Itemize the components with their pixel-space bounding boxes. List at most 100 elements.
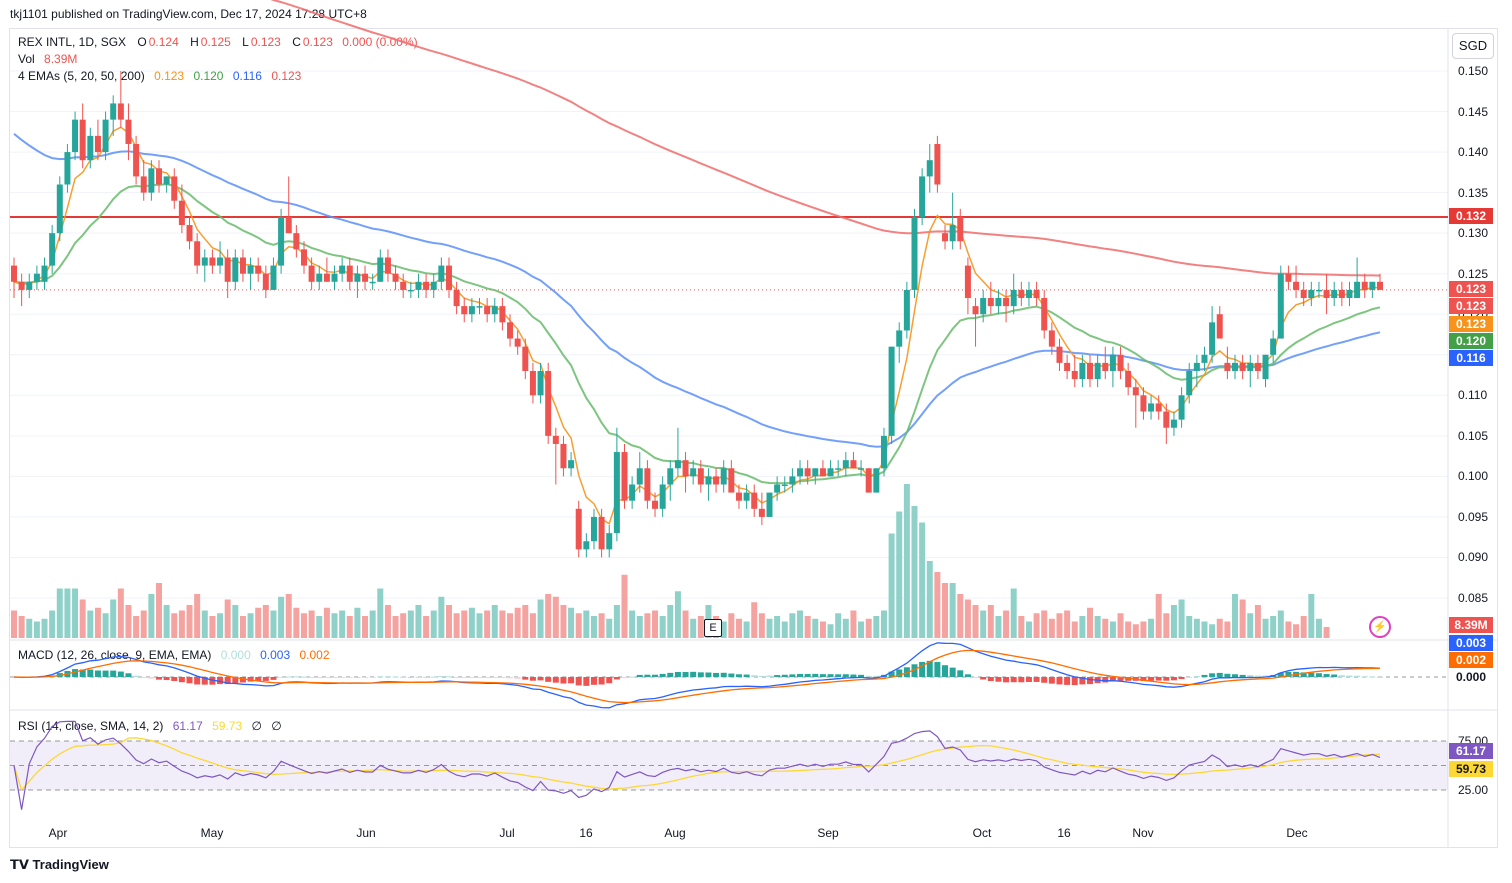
macd-histogram-bar: [690, 671, 697, 677]
volume-bar: [1109, 621, 1116, 638]
volume-bar: [339, 610, 346, 638]
candle-body: [354, 273, 361, 282]
volume-bar: [537, 599, 544, 638]
lightning-icon[interactable]: ⚡: [1369, 616, 1391, 638]
macd-histogram-bar: [1239, 674, 1246, 677]
candle-body: [1254, 362, 1261, 371]
macd-histogram-bar: [468, 677, 475, 678]
volume-bar: [766, 618, 773, 638]
macd-histogram-bar: [1071, 677, 1078, 686]
volume-bar: [194, 594, 201, 638]
macd-histogram-bar: [293, 676, 300, 678]
candle-body: [87, 135, 94, 161]
macd-histogram-bar: [1346, 675, 1353, 677]
macd-histogram-bar: [186, 677, 193, 684]
volume-bar: [583, 610, 590, 638]
volume-bar: [690, 618, 697, 638]
macd-histogram-bar: [400, 676, 407, 678]
candle-body: [1056, 346, 1063, 363]
candle-body: [682, 460, 689, 477]
candle-body: [1239, 362, 1246, 371]
candle-body: [148, 168, 155, 193]
macd-histogram-bar: [949, 667, 956, 677]
macd-histogram-bar: [713, 672, 720, 677]
volume-bar: [201, 610, 208, 638]
candle-body: [919, 176, 926, 217]
volume-bar: [629, 610, 636, 638]
macd-histogram-bar: [552, 677, 559, 683]
candle-body: [300, 249, 307, 266]
candle-body: [1186, 370, 1193, 396]
volume-bar: [590, 616, 597, 638]
candle-body: [1201, 354, 1208, 363]
price-chart[interactable]: [0, 0, 1512, 883]
macd-histogram-bar: [812, 673, 819, 677]
macd-histogram-bar: [384, 676, 391, 678]
candle-body: [499, 306, 506, 323]
volume-bar: [186, 605, 193, 638]
candle-body: [1361, 281, 1368, 290]
macd-histogram-bar: [652, 674, 659, 677]
price-tag: 0.120: [1449, 333, 1493, 349]
macd-histogram-bar: [438, 676, 445, 678]
macd-histogram-bar: [1163, 677, 1170, 681]
macd-histogram-bar: [1087, 677, 1094, 685]
price-tick-label: 0.150: [1458, 64, 1489, 78]
candle-body: [491, 306, 498, 315]
candle-body: [339, 265, 346, 274]
volume-bar: [155, 583, 162, 638]
candle-body: [1369, 281, 1376, 290]
candle-body: [545, 370, 552, 436]
earnings-marker[interactable]: E: [704, 619, 722, 637]
rsi-tick-label: 25.00: [1458, 783, 1489, 797]
macd-histogram-bar: [613, 677, 620, 680]
macd-histogram-bar: [629, 676, 636, 678]
volume-bar: [369, 610, 376, 638]
volume-bar: [896, 511, 903, 638]
candle-body: [774, 484, 781, 493]
volume-bar: [110, 599, 117, 638]
macd-histogram-bar: [560, 677, 567, 684]
macd-histogram-bar: [697, 672, 704, 677]
volume-bar: [476, 613, 483, 638]
candle-body: [720, 468, 727, 485]
time-axis-label: Nov: [1132, 826, 1154, 840]
rsi-tag: 59.73: [1449, 761, 1493, 777]
candle-body: [1277, 273, 1284, 339]
candle-body: [911, 216, 918, 290]
candle-body: [1262, 354, 1269, 380]
candle-body: [690, 468, 697, 477]
volume-bar: [903, 484, 910, 638]
macd-histogram-bar: [155, 677, 162, 680]
candle-body: [41, 265, 48, 282]
candle-body: [11, 265, 17, 282]
candle-body: [674, 460, 681, 469]
volume-bar: [804, 616, 811, 638]
candle-body: [1140, 395, 1147, 412]
macd-histogram-bar: [278, 677, 285, 678]
volume-bar: [522, 605, 529, 638]
volume-bar: [827, 624, 834, 638]
macd-histogram-bar: [827, 674, 834, 677]
volume-bar: [125, 605, 132, 638]
tv-logo-icon: 𝗧𝗩: [10, 857, 33, 872]
macd-histogram-bar: [1354, 675, 1361, 677]
price-tick-label: 0.090: [1458, 550, 1489, 565]
volume-bar: [262, 605, 269, 638]
macd-histogram-bar: [1033, 677, 1040, 682]
candle-body: [1285, 273, 1292, 282]
volume-bar: [1293, 624, 1300, 638]
macd-histogram-bar: [598, 677, 605, 685]
volume-bar: [797, 610, 804, 638]
candle-body: [64, 152, 71, 185]
volume-bar: [331, 613, 338, 638]
volume-bar: [865, 618, 872, 638]
candle-body: [697, 468, 704, 485]
candle-body: [1346, 289, 1353, 299]
macd-histogram-bar: [774, 675, 781, 677]
macd-histogram-bar: [1377, 676, 1383, 678]
candle-body: [568, 460, 575, 469]
volume-bar: [461, 610, 468, 638]
candle-body: [1010, 289, 1017, 307]
macd-histogram-bar: [171, 677, 178, 681]
